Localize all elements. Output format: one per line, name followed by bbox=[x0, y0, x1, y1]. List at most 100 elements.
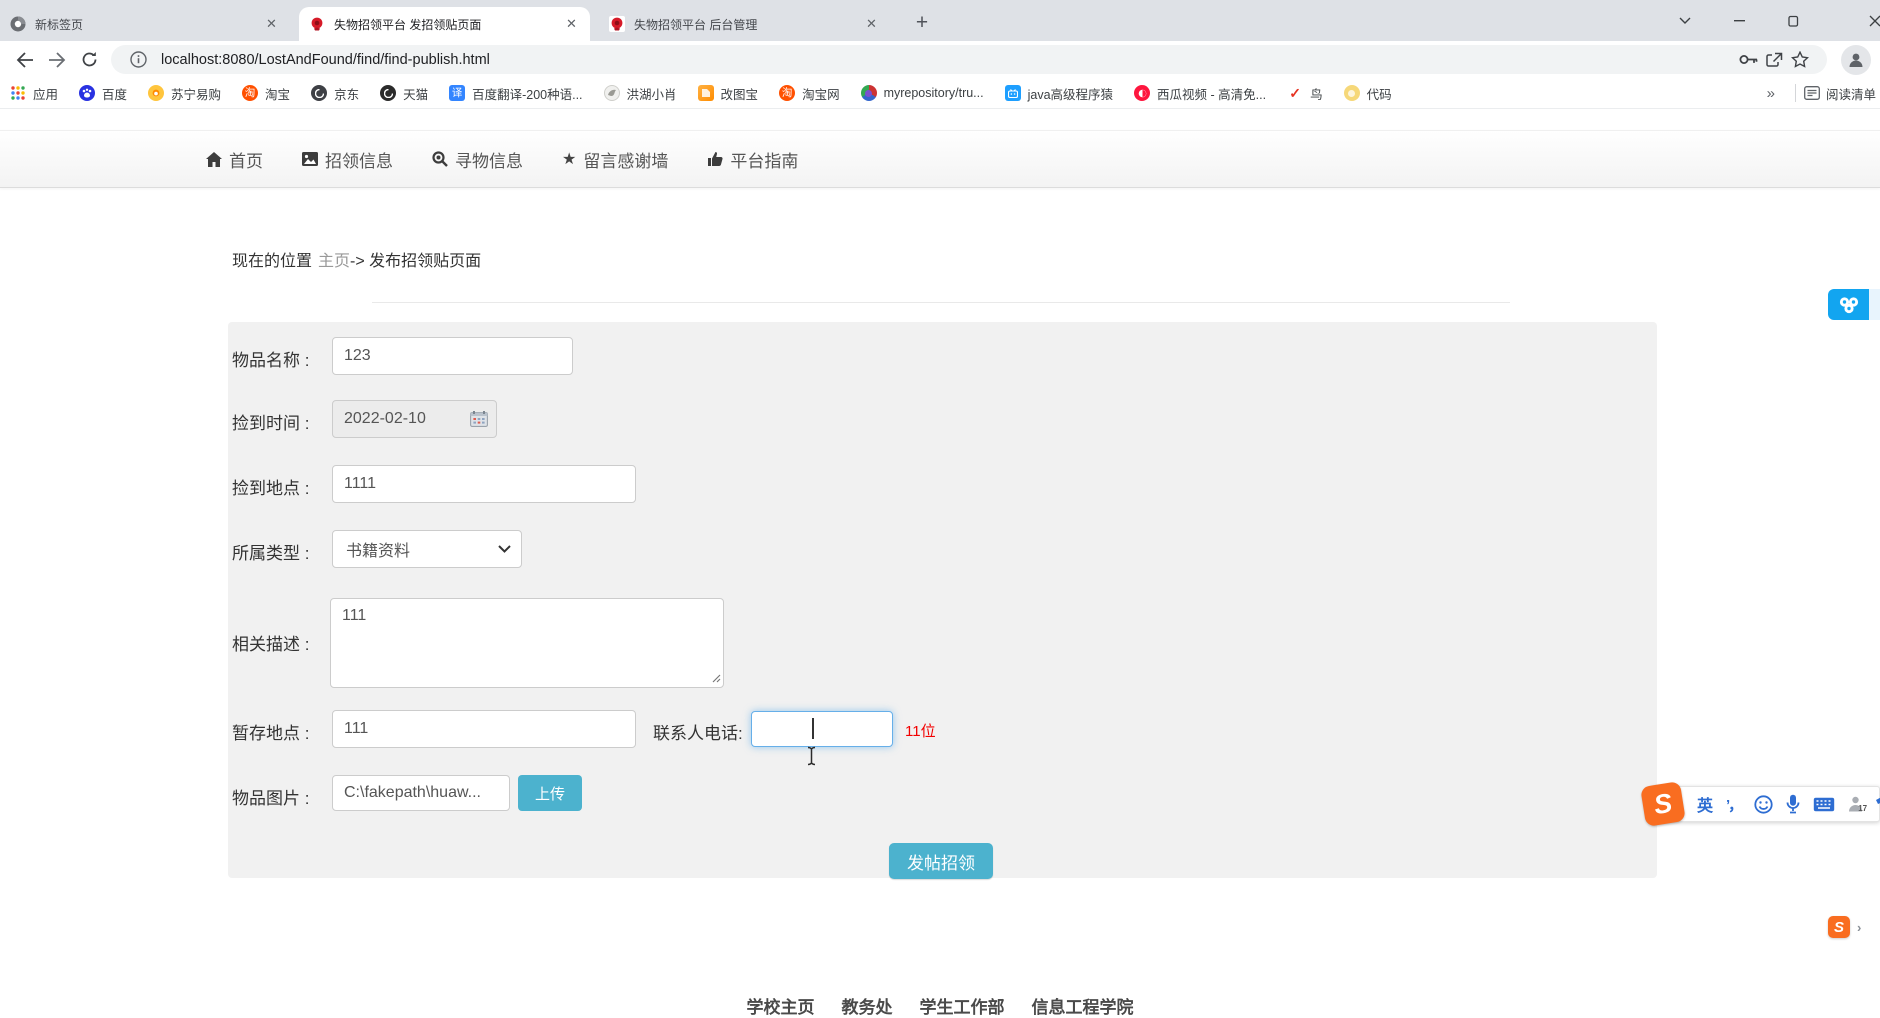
found-time-label: 捡到时间 : bbox=[232, 414, 310, 433]
nav-item-platform-guide[interactable]: 平台指南 bbox=[707, 147, 798, 172]
nav-item-message-wall[interactable]: ★ 留言感谢墙 bbox=[562, 147, 668, 172]
bookmark-jd[interactable]: 京东 bbox=[311, 84, 359, 103]
phone-input[interactable] bbox=[751, 711, 893, 747]
found-place-input[interactable] bbox=[332, 465, 636, 503]
breadcrumb-divider bbox=[372, 302, 1510, 303]
category-select[interactable]: 书籍资料 bbox=[332, 530, 522, 568]
tab-search-icon[interactable] bbox=[1662, 0, 1708, 41]
netdisk-cloud-icon bbox=[1839, 296, 1858, 313]
new-tab-button[interactable]: + bbox=[908, 9, 936, 37]
address-bar[interactable]: localhost:8080/LostAndFound/find/find-pu… bbox=[111, 45, 1827, 74]
tab-new-tab-page[interactable]: 新标签页 ✕ bbox=[0, 7, 290, 41]
category-label: 所属类型 : bbox=[232, 544, 310, 563]
storage-place-input[interactable] bbox=[332, 710, 636, 748]
text-caret bbox=[812, 718, 814, 739]
bookmark-baidu[interactable]: 百度 bbox=[79, 84, 127, 103]
footer-link-school-home[interactable]: 学校主页 bbox=[747, 993, 815, 1018]
jd-icon bbox=[311, 85, 328, 101]
emoji-icon[interactable] bbox=[1754, 794, 1773, 814]
window-minimize-button[interactable] bbox=[1716, 0, 1762, 41]
ime-language-mode[interactable]: 英 bbox=[1697, 792, 1713, 816]
rose-favicon bbox=[309, 16, 325, 32]
forward-icon[interactable] bbox=[41, 44, 73, 76]
ime-punctuation-toggle[interactable]: ’， bbox=[1726, 794, 1743, 815]
description-textarea[interactable]: 111 bbox=[330, 598, 724, 688]
bookmark-honghu[interactable]: 洪湖小肖 bbox=[603, 84, 677, 103]
site-navbar: 首页 招领信息 寻物信息 ★ 留言感谢墙 平台指南 bbox=[0, 130, 1880, 188]
footer-link-info-college[interactable]: 信息工程学院 bbox=[1032, 993, 1134, 1018]
window-maximize-button[interactable] bbox=[1770, 0, 1816, 41]
back-icon[interactable] bbox=[9, 44, 41, 76]
sogou-ime-toolbar: S 英 ’， 17 bbox=[1640, 781, 1880, 827]
bookmarks-bar: 应用 百度 苏宁易购 淘 淘宝 京东 天猫 译 百度翻译-200种语... 洪湖… bbox=[0, 78, 1880, 109]
bookmark-suning[interactable]: 苏宁易购 bbox=[148, 84, 221, 103]
tab-close-icon[interactable]: ✕ bbox=[863, 16, 880, 33]
bookmark-baidu-translate[interactable]: 译 百度翻译-200种语... bbox=[449, 84, 583, 103]
reading-list-icon bbox=[1804, 86, 1820, 100]
xigua-video-icon bbox=[1134, 85, 1151, 101]
publish-submit-button[interactable]: 发帖招领 bbox=[889, 843, 993, 879]
nav-item-lost-info[interactable]: 寻物信息 bbox=[432, 147, 523, 172]
bookmark-taobao[interactable]: 淘 淘宝 bbox=[242, 84, 290, 103]
item-name-input[interactable] bbox=[332, 337, 573, 375]
bookmark-code[interactable]: 代码 bbox=[1343, 84, 1392, 103]
bookmarks-overflow-icon[interactable]: » bbox=[1755, 85, 1787, 102]
bookmark-star-icon[interactable] bbox=[1787, 47, 1813, 73]
sogou-logo-icon[interactable]: S bbox=[1640, 781, 1686, 827]
tab-admin-page[interactable]: 失物招领平台 后台管理 ✕ bbox=[599, 7, 890, 41]
tab-close-icon[interactable]: ✕ bbox=[263, 16, 280, 33]
skin-shirt-icon[interactable] bbox=[1875, 796, 1880, 813]
password-key-icon[interactable] bbox=[1735, 47, 1761, 73]
nav-item-home[interactable]: 首页 bbox=[206, 147, 263, 172]
profile-avatar[interactable] bbox=[1841, 44, 1871, 75]
tab-publish-page[interactable]: 失物招领平台 发招领贴页面 ✕ bbox=[299, 7, 590, 41]
ime-expand-icon[interactable]: › bbox=[1857, 920, 1861, 935]
breadcrumb-home-link[interactable]: 主页 bbox=[318, 253, 350, 270]
keyboard-icon[interactable] bbox=[1813, 797, 1835, 812]
storage-place-label: 暂存地点 : bbox=[232, 724, 310, 743]
star-icon: ★ bbox=[562, 151, 577, 168]
chrome-logo-icon bbox=[10, 16, 26, 32]
bookmark-xigua[interactable]: 西瓜视频 - 高清免... bbox=[1134, 84, 1266, 103]
bilibili-tv-icon bbox=[1004, 85, 1021, 101]
upload-button[interactable]: 上传 bbox=[518, 775, 582, 811]
share-icon[interactable] bbox=[1761, 47, 1787, 73]
search-icon bbox=[432, 151, 448, 167]
nav-item-found-info[interactable]: 招领信息 bbox=[302, 147, 393, 172]
found-time-input[interactable]: 2022-02-10 bbox=[332, 400, 497, 438]
reading-list-button[interactable]: 阅读清单 bbox=[1804, 84, 1880, 103]
url-text: localhost:8080/LostAndFound/find/find-pu… bbox=[161, 51, 490, 68]
tab-close-icon[interactable]: ✕ bbox=[563, 16, 580, 33]
microphone-icon[interactable] bbox=[1786, 794, 1800, 814]
reload-icon[interactable] bbox=[73, 44, 105, 76]
bookmarks-right-cluster: » 阅读清单 bbox=[1755, 84, 1880, 103]
description-label: 相关描述 : bbox=[232, 635, 310, 654]
bookmark-java[interactable]: java高级程序猿 bbox=[1004, 84, 1113, 103]
footer-link-academic-office[interactable]: 教务处 bbox=[842, 993, 893, 1018]
bookmark-bird[interactable]: ✓ 鸟 bbox=[1287, 84, 1322, 103]
bookmark-gaitubao[interactable]: 改图宝 bbox=[697, 84, 758, 103]
bookmark-apps[interactable]: 应用 bbox=[10, 84, 58, 103]
found-place-label: 捡到地点 : bbox=[232, 479, 310, 498]
bookmark-myrepository[interactable]: myrepository/tru... bbox=[860, 85, 984, 101]
skin-person-icon[interactable]: 17 bbox=[1848, 796, 1867, 813]
resize-grip-icon[interactable] bbox=[712, 674, 721, 683]
calendar-icon[interactable] bbox=[470, 411, 488, 427]
breadcrumb-current: 发布招领贴页面 bbox=[369, 253, 482, 270]
bookmark-tmall[interactable]: 天猫 bbox=[380, 84, 428, 103]
file-path-input[interactable] bbox=[332, 775, 510, 811]
code-icon bbox=[1343, 85, 1360, 101]
bird-sketch-icon bbox=[603, 85, 620, 101]
footer-link-student-affairs[interactable]: 学生工作部 bbox=[920, 993, 1005, 1018]
gaitubao-icon bbox=[697, 85, 714, 101]
window-close-button[interactable] bbox=[1852, 0, 1880, 41]
publish-form-panel: 物品名称 : 捡到时间 : 2022-02-10 捡到地点 : 所属类型 : 书… bbox=[228, 322, 1657, 879]
bookmark-taobao-net[interactable]: 淘 淘宝网 bbox=[779, 84, 840, 103]
red-check-icon: ✓ bbox=[1289, 85, 1301, 101]
netdisk-float-button[interactable] bbox=[1828, 289, 1869, 320]
browser-toolbar: localhost:8080/LostAndFound/find/find-pu… bbox=[0, 41, 1880, 78]
ime-badge: 17 bbox=[1858, 803, 1868, 813]
baidu-paw-icon bbox=[79, 85, 96, 101]
page-info-icon[interactable] bbox=[125, 47, 151, 73]
sogou-mini-icon[interactable]: S bbox=[1828, 916, 1850, 938]
